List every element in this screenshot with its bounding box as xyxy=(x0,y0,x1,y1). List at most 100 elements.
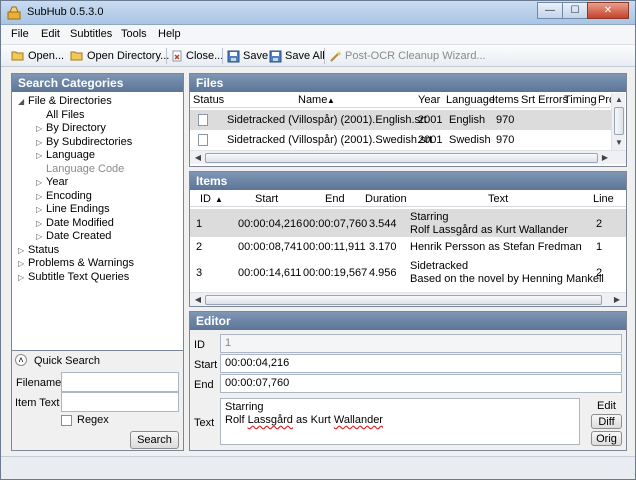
open-directory-button[interactable]: Open Directory... xyxy=(70,47,169,65)
col-year[interactable]: Year xyxy=(418,94,440,106)
start-field[interactable]: 00:00:04,216 xyxy=(220,354,622,373)
orig-button[interactable]: Orig xyxy=(591,431,622,446)
expanded-arrow-icon[interactable]: ◢ xyxy=(18,97,28,106)
id-field[interactable]: 1 xyxy=(220,334,622,353)
item-row[interactable]: 2 00:00:08,741 00:00:11,911 3.170 Henrik… xyxy=(190,237,626,257)
files-vertical-scrollbar[interactable]: ▲ ▼ xyxy=(611,93,625,150)
col-status[interactable]: Status xyxy=(193,94,224,106)
scroll-left-icon[interactable]: ◀ xyxy=(192,294,204,306)
col-name[interactable]: Name xyxy=(298,94,327,106)
scroll-right-icon[interactable]: ▶ xyxy=(611,294,623,306)
tree-node-problems-warnings[interactable]: ▷ Problems & Warnings xyxy=(18,257,134,269)
files-horizontal-scrollbar[interactable]: ◀ ▶ xyxy=(190,150,626,164)
tree-node-by-subdirectories[interactable]: ▷ By Subdirectories xyxy=(36,136,132,148)
quick-search-panel: ˄ Quick Search Filename Item Text Regex … xyxy=(11,350,184,451)
editor-title: Editor xyxy=(190,312,626,330)
col-timing[interactable]: Timing xyxy=(564,94,597,106)
menu-file[interactable]: File xyxy=(11,28,29,40)
item-duration: 4.956 xyxy=(369,267,397,279)
item-text-line1: Henrik Persson as Stefan Fredman xyxy=(410,241,582,253)
edit-button[interactable]: Edit xyxy=(592,398,621,413)
menu-subtitles[interactable]: Subtitles xyxy=(70,28,112,40)
tree-node-by-directory[interactable]: ▷ By Directory xyxy=(36,122,106,134)
collapsed-arrow-icon[interactable]: ▷ xyxy=(18,246,28,255)
scroll-right-icon[interactable]: ▶ xyxy=(599,152,611,164)
col-id[interactable]: ID xyxy=(200,193,211,205)
tree-node-line-endings[interactable]: ▷ Line Endings xyxy=(36,203,110,215)
post-ocr-wizard-button[interactable]: Post-OCR Cleanup Wizard... xyxy=(329,47,486,65)
diff-button[interactable]: Diff xyxy=(591,414,622,429)
col-text[interactable]: Text xyxy=(488,193,508,205)
menu-tools[interactable]: Tools xyxy=(121,28,147,40)
text-editor[interactable]: Starring Rolf Lassgård as Kurt Wallander xyxy=(220,398,580,445)
regex-checkbox[interactable] xyxy=(61,415,72,426)
item-row[interactable]: 1 00:00:04,216 00:00:07,760 3.544 Starri… xyxy=(190,209,626,237)
collapsed-arrow-icon[interactable]: ▷ xyxy=(36,205,46,214)
col-end[interactable]: End xyxy=(325,193,345,205)
file-row[interactable]: Sidetracked (Villospår) (2001).English.s… xyxy=(190,110,612,130)
tree-node-year[interactable]: ▷ Year xyxy=(36,176,68,188)
scroll-left-icon[interactable]: ◀ xyxy=(192,152,204,164)
tree-node-language[interactable]: ▷ Language xyxy=(36,149,95,161)
maximize-button[interactable]: ☐ xyxy=(562,2,588,19)
collapsed-arrow-icon[interactable]: ▷ xyxy=(36,124,46,133)
item-id: 3 xyxy=(196,267,203,279)
tree-node-encoding[interactable]: ▷ Encoding xyxy=(36,190,92,202)
file-row[interactable]: Sidetracked (Villospår) (2001).Swedish.s… xyxy=(190,130,612,150)
collapsed-arrow-icon[interactable]: ▷ xyxy=(18,259,28,268)
item-text-input[interactable] xyxy=(61,392,179,412)
save-button[interactable]: Save xyxy=(227,47,268,65)
file-language: English xyxy=(449,114,486,126)
tree-node-date-modified[interactable]: ▷ Date Modified xyxy=(36,217,114,229)
open-button[interactable]: Open... xyxy=(11,47,64,65)
col-items[interactable]: Items xyxy=(492,94,519,106)
id-label: ID xyxy=(194,339,205,351)
tree-node-date-created[interactable]: ▷ Date Created xyxy=(36,230,111,242)
filename-input[interactable] xyxy=(61,372,179,392)
save-all-button[interactable]: Save All xyxy=(269,47,325,65)
quick-search-collapse-icon[interactable]: ˄ xyxy=(15,354,27,366)
item-text-line2: Rolf Lassgård as Kurt Wallander xyxy=(410,224,568,236)
text-line1: Starring xyxy=(225,401,264,413)
close-window-button[interactable]: ✕ xyxy=(587,2,629,19)
tree-node-file-directories[interactable]: ◢ File & Directories xyxy=(18,95,112,107)
item-lines: 1 xyxy=(596,241,603,253)
collapsed-arrow-icon[interactable]: ▷ xyxy=(36,219,46,228)
menu-help[interactable]: Help xyxy=(158,28,181,40)
wand-icon xyxy=(330,50,342,62)
menu-edit[interactable]: Edit xyxy=(41,28,60,40)
scroll-thumb[interactable] xyxy=(205,295,602,305)
tree-node-language-code[interactable]: Language Code xyxy=(46,163,124,175)
minimize-button[interactable]: — xyxy=(537,2,563,19)
collapsed-arrow-icon[interactable]: ▷ xyxy=(18,273,28,282)
search-categories-panel: Search Categories ◢ File & Directories Al… xyxy=(11,73,184,351)
tree-node-status[interactable]: ▷ Status xyxy=(18,244,59,256)
col-language[interactable]: Language xyxy=(446,94,495,106)
regex-label: Regex xyxy=(77,414,109,426)
items-horizontal-scrollbar[interactable]: ◀ ▶ xyxy=(190,292,626,306)
col-srt-errors[interactable]: Srt Errors xyxy=(521,94,568,106)
scroll-thumb[interactable] xyxy=(614,107,624,135)
app-icon xyxy=(7,6,21,20)
collapsed-arrow-icon[interactable]: ▷ xyxy=(36,232,46,241)
end-field[interactable]: 00:00:07,760 xyxy=(220,374,622,393)
scroll-thumb[interactable] xyxy=(205,153,598,163)
item-id: 2 xyxy=(196,241,203,253)
collapsed-arrow-icon[interactable]: ▷ xyxy=(36,192,46,201)
item-row[interactable]: 3 00:00:14,611 00:00:19,567 4.956 Sidetr… xyxy=(190,258,626,286)
col-duration[interactable]: Duration xyxy=(365,193,407,205)
collapsed-arrow-icon[interactable]: ▷ xyxy=(36,151,46,160)
tree-node-subtitle-text-queries[interactable]: ▷ Subtitle Text Queries xyxy=(18,271,129,283)
collapsed-arrow-icon[interactable]: ▷ xyxy=(36,138,46,147)
col-start[interactable]: Start xyxy=(255,193,278,205)
search-button[interactable]: Search xyxy=(130,431,179,449)
title-bar: SubHub 0.5.3.0 — ☐ ✕ xyxy=(1,1,635,25)
scroll-up-icon[interactable]: ▲ xyxy=(613,94,625,106)
tree-node-all-files[interactable]: All Files xyxy=(46,109,85,121)
end-label: End xyxy=(194,379,214,391)
file-language: Swedish xyxy=(449,134,491,146)
collapsed-arrow-icon[interactable]: ▷ xyxy=(36,178,46,187)
col-lines[interactable]: Line xyxy=(593,193,614,205)
scroll-down-icon[interactable]: ▼ xyxy=(613,137,625,149)
close-file-button[interactable]: Close... xyxy=(171,47,223,65)
